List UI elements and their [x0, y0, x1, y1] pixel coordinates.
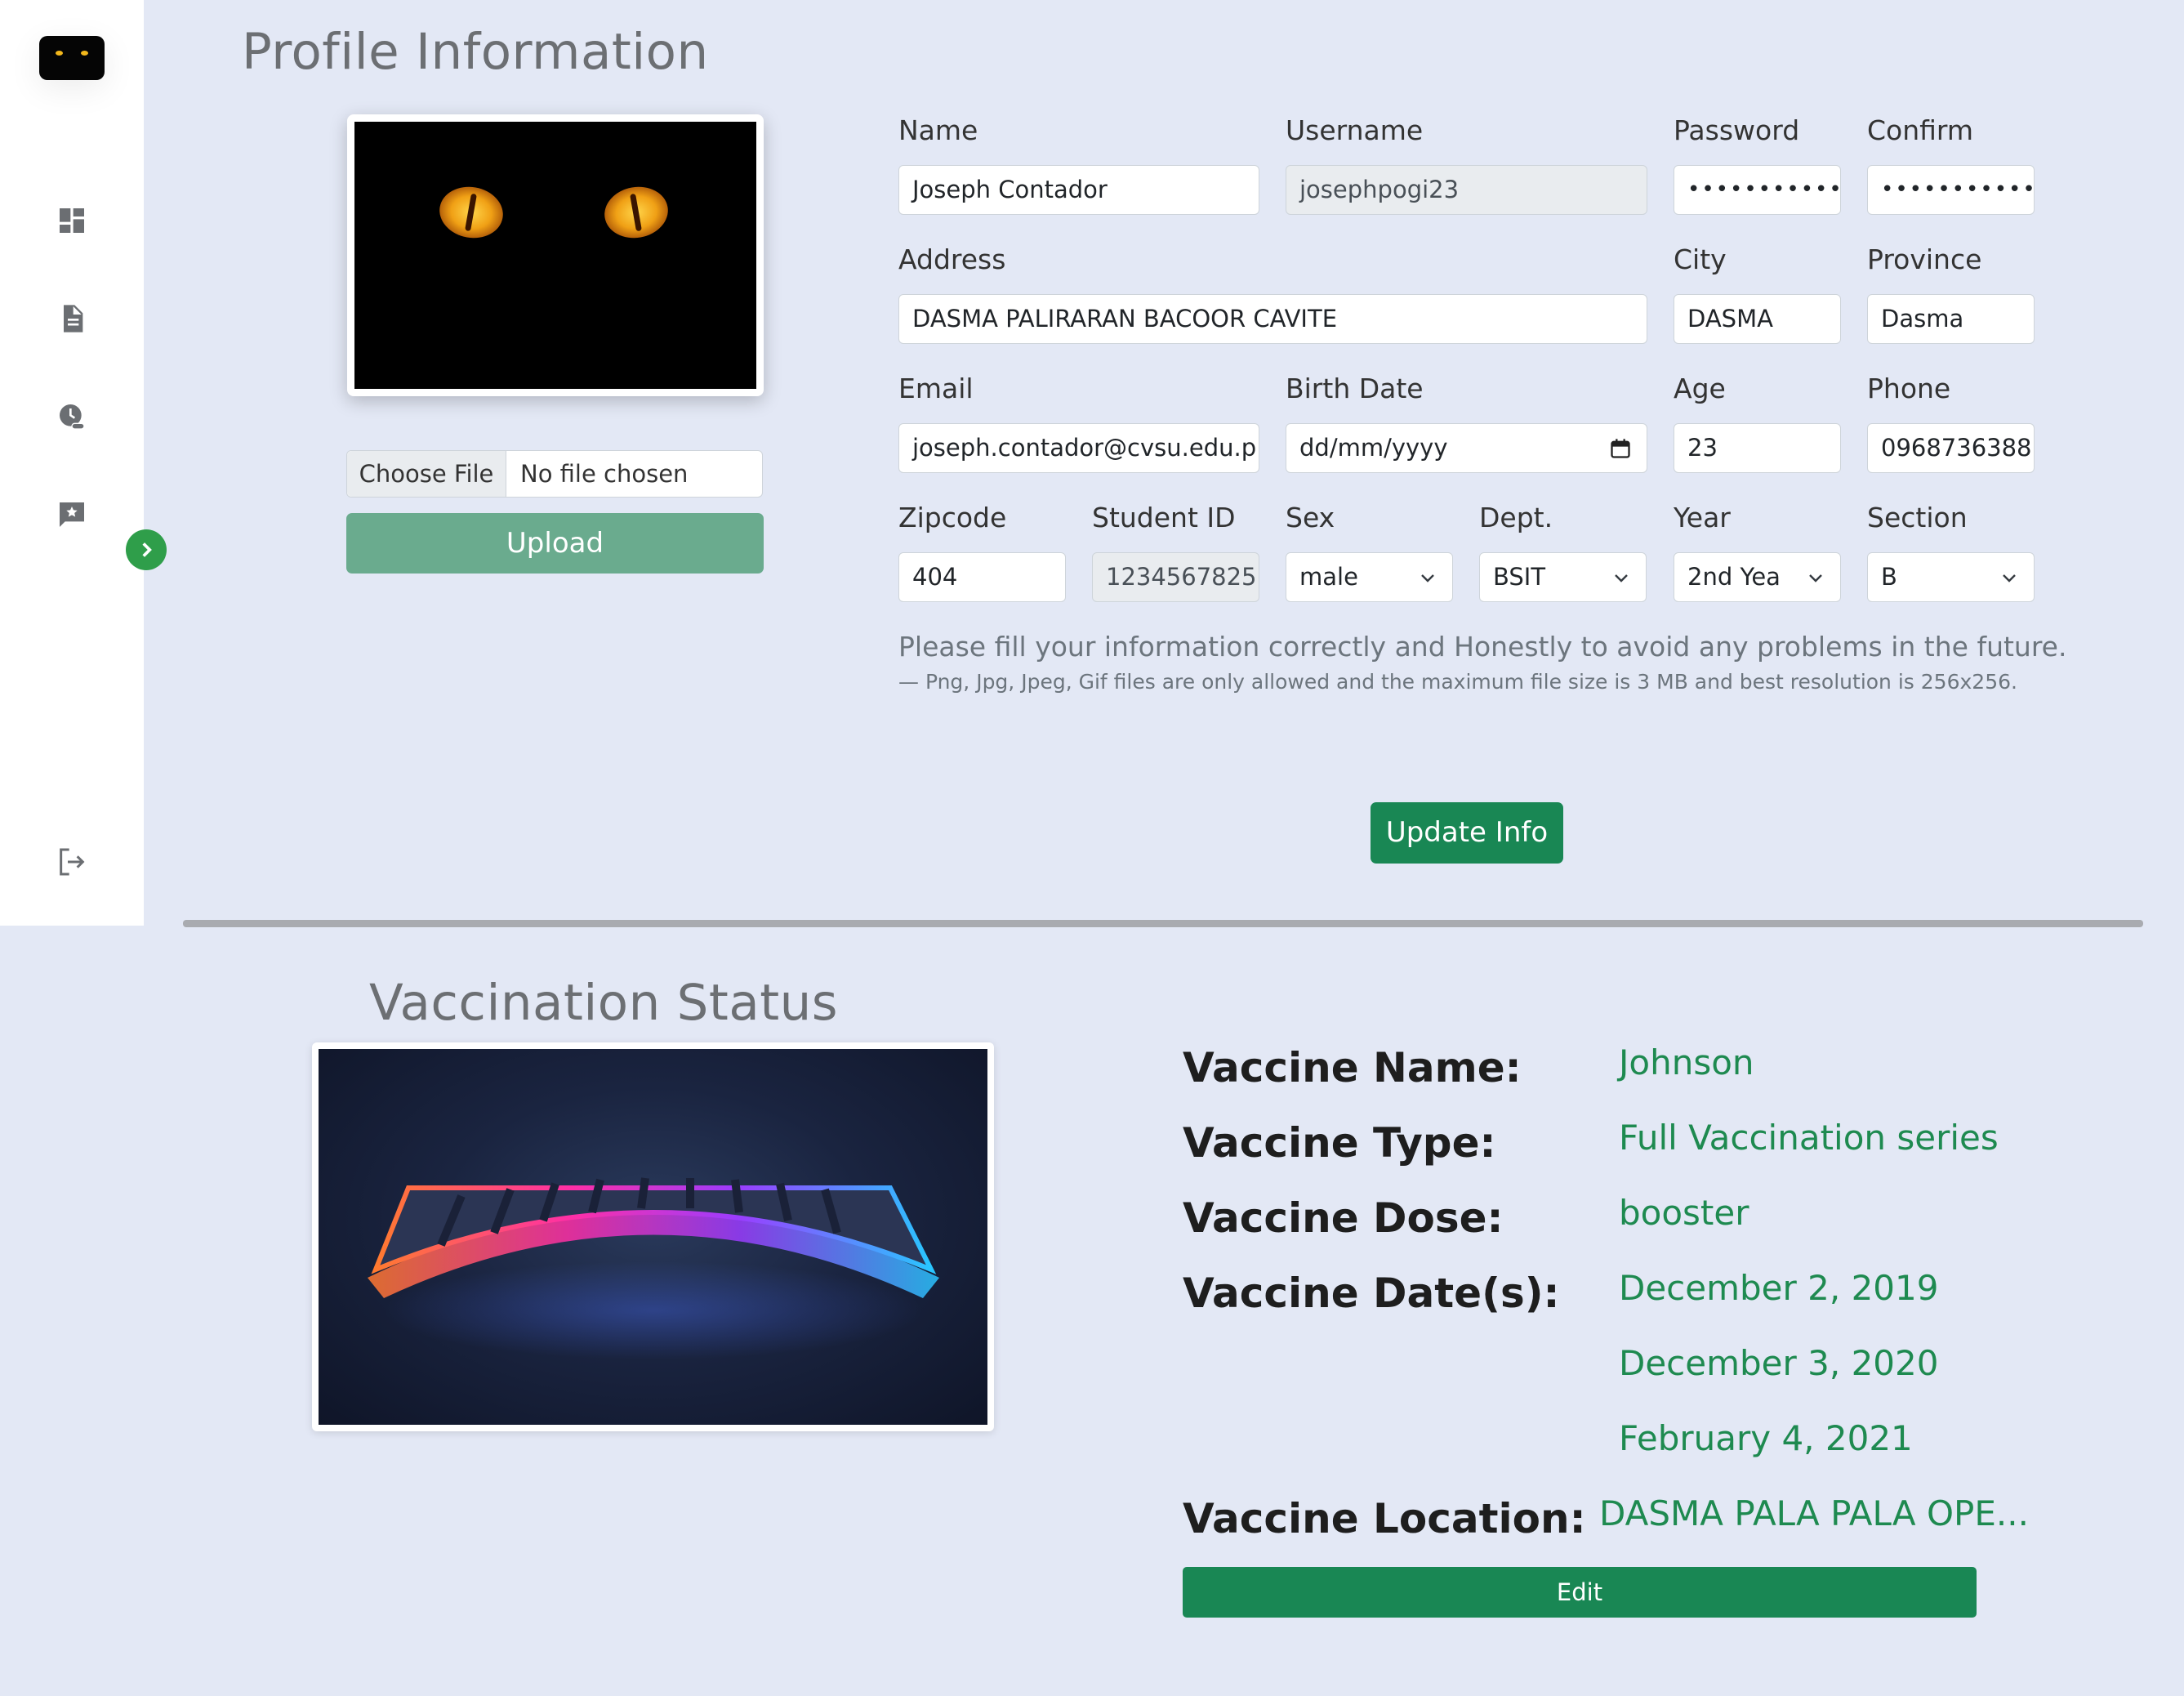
vaccine-type-value: Full Vaccination series — [1619, 1118, 1999, 1158]
vaccination-card-picture — [319, 1049, 987, 1425]
app-logo[interactable] — [39, 36, 105, 80]
birth-date-value: dd/mm/yyyy — [1299, 434, 1448, 462]
vaccine-date-item: December 2, 2019 — [1619, 1268, 1939, 1308]
chevron-down-icon — [1615, 574, 1628, 582]
sidebar-toggle-button[interactable] — [126, 529, 167, 570]
file-status: No file chosen — [520, 460, 689, 488]
calendar-icon[interactable] — [1609, 437, 1632, 460]
email-label: Email — [898, 373, 974, 404]
address-label: Address — [898, 243, 1006, 275]
vaccine-name-value: Johnson — [1619, 1042, 1754, 1082]
confirm-label: Confirm — [1867, 114, 1974, 146]
logo-eye-left — [56, 51, 63, 56]
birth-date-input[interactable]: dd/mm/yyyy — [1286, 423, 1647, 473]
clock-icon[interactable] — [56, 400, 88, 433]
eye-left — [435, 181, 507, 243]
username-label: Username — [1286, 114, 1424, 146]
update-info-button[interactable]: Update Info — [1371, 802, 1563, 864]
document-icon[interactable] — [56, 302, 88, 335]
vaccine-dose-label: Vaccine Dose: — [1183, 1194, 1504, 1242]
confirm-password-input[interactable]: ••••••••••••• — [1867, 165, 2035, 215]
chevron-down-icon — [2003, 574, 2016, 582]
dept-value: BSIT — [1493, 563, 1546, 591]
vaccine-dates-label: Vaccine Date(s): — [1183, 1270, 1560, 1317]
year-select[interactable]: 2nd Yea — [1674, 552, 1841, 602]
student-id-input: 1234567825 — [1092, 552, 1259, 602]
vaccine-date-item: February 4, 2021 — [1619, 1418, 1913, 1458]
sex-select[interactable]: male — [1286, 552, 1453, 602]
sex-value: male — [1299, 563, 1358, 591]
vaccine-dose-value: booster — [1619, 1193, 1749, 1233]
chevron-down-icon — [1421, 574, 1434, 582]
age-label: Age — [1674, 373, 1726, 404]
profile-photo — [347, 114, 764, 396]
vaccine-date-item: December 3, 2020 — [1619, 1343, 1939, 1383]
logo-eye-right — [81, 51, 88, 56]
student-id-label: Student ID — [1092, 502, 1236, 533]
sidebar — [0, 0, 144, 926]
sex-label: Sex — [1286, 502, 1335, 533]
vaccination-title: Vaccination Status — [369, 974, 839, 1032]
edit-button[interactable]: Edit — [1183, 1567, 1977, 1618]
password-input[interactable]: ••••••••••••• — [1674, 165, 1841, 215]
vaccine-type-label: Vaccine Type: — [1183, 1119, 1496, 1167]
province-label: Province — [1867, 243, 1982, 275]
email-input[interactable]: joseph.contador@cvsu.edu.p — [898, 423, 1259, 473]
file-note: — Png, Jpg, Jpeg, Gif files are only all… — [898, 670, 2017, 694]
profile-title: Profile Information — [242, 23, 709, 81]
chevron-right-icon — [142, 542, 152, 557]
province-input[interactable]: Dasma — [1867, 294, 2035, 344]
name-label: Name — [898, 114, 978, 146]
city-input[interactable]: DASMA — [1674, 294, 1841, 344]
name-input[interactable]: Joseph Contador — [898, 165, 1259, 215]
username-input: josephpogi23 — [1286, 165, 1647, 215]
vaccine-location-label: Vaccine Location: — [1183, 1495, 1586, 1542]
neon-logo-graphic — [368, 1177, 939, 1359]
upload-button[interactable]: Upload — [346, 513, 764, 574]
address-input[interactable]: DASMA PALIRARAN BACOOR CAVITE — [898, 294, 1647, 344]
dept-select[interactable]: BSIT — [1479, 552, 1647, 602]
year-label: Year — [1674, 502, 1731, 533]
section-label: Section — [1867, 502, 1968, 533]
zipcode-label: Zipcode — [898, 502, 1007, 533]
city-label: City — [1674, 243, 1727, 275]
section-value: B — [1881, 563, 1897, 591]
choose-file-button[interactable]: Choose File — [347, 451, 506, 497]
vaccine-location-value: DASMA PALA PALA OPE... — [1599, 1493, 2029, 1533]
age-input[interactable]: 23 — [1674, 423, 1841, 473]
feedback-icon[interactable] — [56, 498, 88, 531]
dashboard-icon[interactable] — [56, 204, 88, 237]
info-note: Please fill your information correctly a… — [898, 631, 2067, 663]
zipcode-input[interactable]: 404 — [898, 552, 1066, 602]
section-select[interactable]: B — [1867, 552, 2035, 602]
logout-icon[interactable] — [56, 846, 88, 878]
year-value: 2nd Yea — [1687, 563, 1781, 591]
dept-label: Dept. — [1479, 502, 1553, 533]
vaccination-card-image — [312, 1042, 994, 1431]
vaccine-name-label: Vaccine Name: — [1183, 1044, 1522, 1091]
profile-photo-image — [354, 122, 756, 389]
file-input[interactable]: Choose File No file chosen — [346, 450, 763, 498]
phone-label: Phone — [1867, 373, 1951, 404]
chevron-down-icon — [1809, 574, 1822, 582]
phone-input[interactable]: 0968736388 — [1867, 423, 2035, 473]
section-divider — [183, 920, 2143, 927]
eye-right — [600, 181, 672, 243]
password-label: Password — [1674, 114, 1800, 146]
birth-date-label: Birth Date — [1286, 373, 1424, 404]
